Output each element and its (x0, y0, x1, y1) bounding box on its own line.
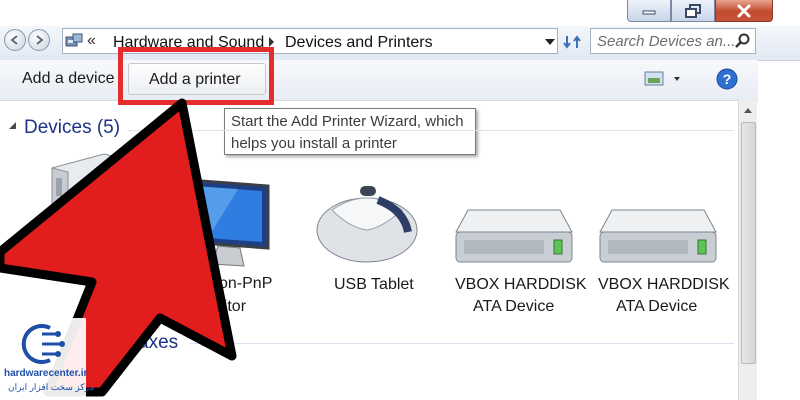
watermark-site: hardwarecenter.ir (4, 368, 88, 379)
watermark-tagline: مرکز سخت افزار ایران (8, 382, 95, 392)
red-pointer-arrow (0, 98, 237, 397)
watermark-logo: hardwarecenter.ir مرکز سخت افزار ایران (2, 318, 94, 400)
hardwarecenter-logo-icon (21, 324, 65, 364)
